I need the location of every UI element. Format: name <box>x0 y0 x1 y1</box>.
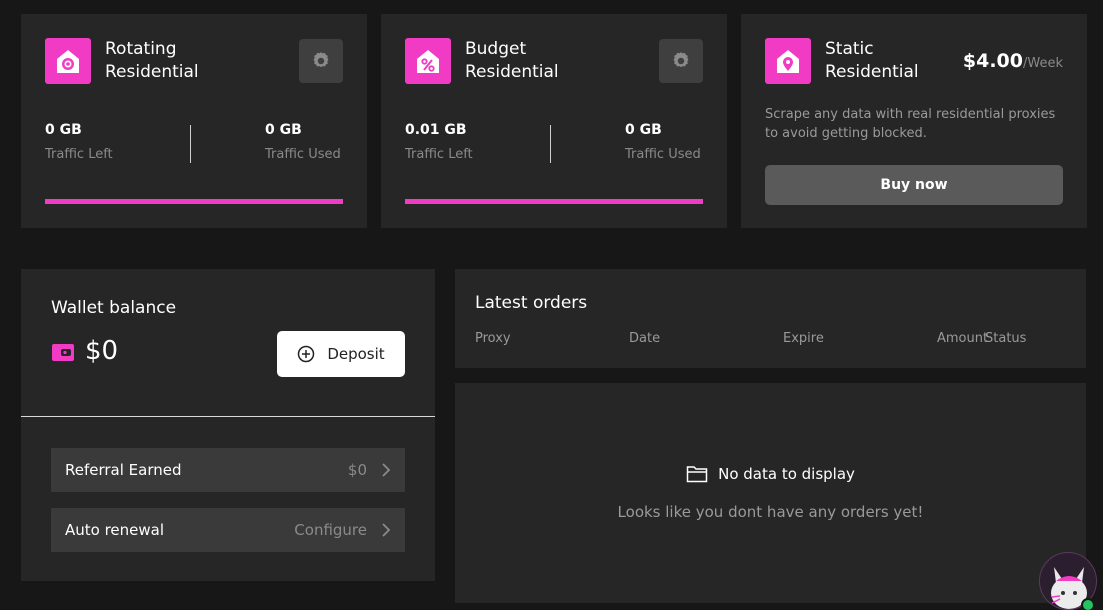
plus-circle-icon <box>298 345 315 363</box>
latest-orders-card: Latest orders Proxy Date Expire Amount S… <box>455 269 1086 368</box>
product-description: Scrape any data with real residential pr… <box>765 107 1056 141</box>
orders-empty-state: No data to display Looks like you dont h… <box>455 383 1086 603</box>
price-unit: /Week <box>1023 56 1063 71</box>
deposit-label: Deposit <box>327 345 385 363</box>
wallet-card: Wallet balance $0 Deposit Referral Earne… <box>21 269 435 581</box>
traffic-progress-fill <box>405 199 703 204</box>
settings-button[interactable] <box>659 39 703 83</box>
auto-renewal-label: Auto renewal <box>65 521 165 539</box>
price-value: $4.00 <box>962 50 1023 72</box>
chevron-right-icon <box>382 463 391 477</box>
traffic-used-value: 0 GB <box>625 122 662 138</box>
chevron-right-icon <box>382 523 391 537</box>
traffic-used-label: Traffic Used <box>625 147 701 162</box>
column-header-expire: Expire <box>783 331 824 346</box>
traffic-progress-fill <box>45 199 343 204</box>
product-title: Budget Residential <box>465 39 559 82</box>
folder-icon <box>686 466 708 483</box>
wallet-title: Wallet balance <box>51 298 177 318</box>
empty-state-subtitle: Looks like you dont have any orders yet! <box>617 503 924 521</box>
traffic-left-value: 0 GB <box>45 122 82 138</box>
gear-icon <box>673 52 689 68</box>
referral-value: $0 <box>347 461 367 479</box>
column-header-status: Status <box>985 331 1027 346</box>
wallet-balance: $0 <box>85 336 119 366</box>
house-percent-icon <box>405 38 451 84</box>
online-status-indicator <box>1081 598 1095 610</box>
gear-icon <box>313 52 329 68</box>
traffic-progress-bar <box>405 199 703 204</box>
orders-title: Latest orders <box>475 293 588 313</box>
column-header-date: Date <box>629 331 661 346</box>
divider <box>21 416 435 417</box>
traffic-left-label: Traffic Left <box>405 147 473 162</box>
wallet-icon <box>52 344 74 361</box>
house-target-icon <box>45 38 91 84</box>
stat-divider <box>190 125 191 163</box>
budget-residential-card: Budget Residential 0.01 GB Traffic Left … <box>381 14 727 228</box>
rotating-residential-card: Rotating Residential 0 GB Traffic Left 0… <box>21 14 367 228</box>
product-title: Static Residential <box>825 39 919 82</box>
auto-renewal-row[interactable]: Auto renewal Configure <box>51 508 405 552</box>
traffic-used-value: 0 GB <box>265 122 302 138</box>
column-header-amount: Amount <box>937 331 989 346</box>
traffic-left-stat: 0 GB Traffic Left <box>45 122 113 162</box>
referral-earned-row[interactable]: Referral Earned $0 <box>51 448 405 492</box>
traffic-left-value: 0.01 GB <box>405 122 467 138</box>
traffic-used-stat: 0 GB Traffic Used <box>625 122 701 162</box>
traffic-used-label: Traffic Used <box>265 147 341 162</box>
auto-renewal-value: Configure <box>294 521 367 539</box>
traffic-left-stat: 0.01 GB Traffic Left <box>405 122 473 162</box>
settings-button[interactable] <box>299 39 343 83</box>
traffic-used-stat: 0 GB Traffic Used <box>265 122 341 162</box>
house-pin-icon <box>765 38 811 84</box>
product-title: Rotating Residential <box>105 39 199 82</box>
deposit-button[interactable]: Deposit <box>277 331 405 377</box>
stat-divider <box>550 125 551 163</box>
buy-now-button[interactable]: Buy now <box>765 165 1063 205</box>
empty-state-title: No data to display <box>455 465 1086 483</box>
traffic-progress-bar <box>45 199 343 204</box>
traffic-left-label: Traffic Left <box>45 147 113 162</box>
column-header-proxy: Proxy <box>475 331 511 346</box>
static-residential-card: Static Residential $4.00/Week Scrape any… <box>741 14 1087 228</box>
price: $4.00/Week <box>963 50 1063 72</box>
empty-title-text: No data to display <box>718 465 855 483</box>
referral-label: Referral Earned <box>65 461 182 479</box>
